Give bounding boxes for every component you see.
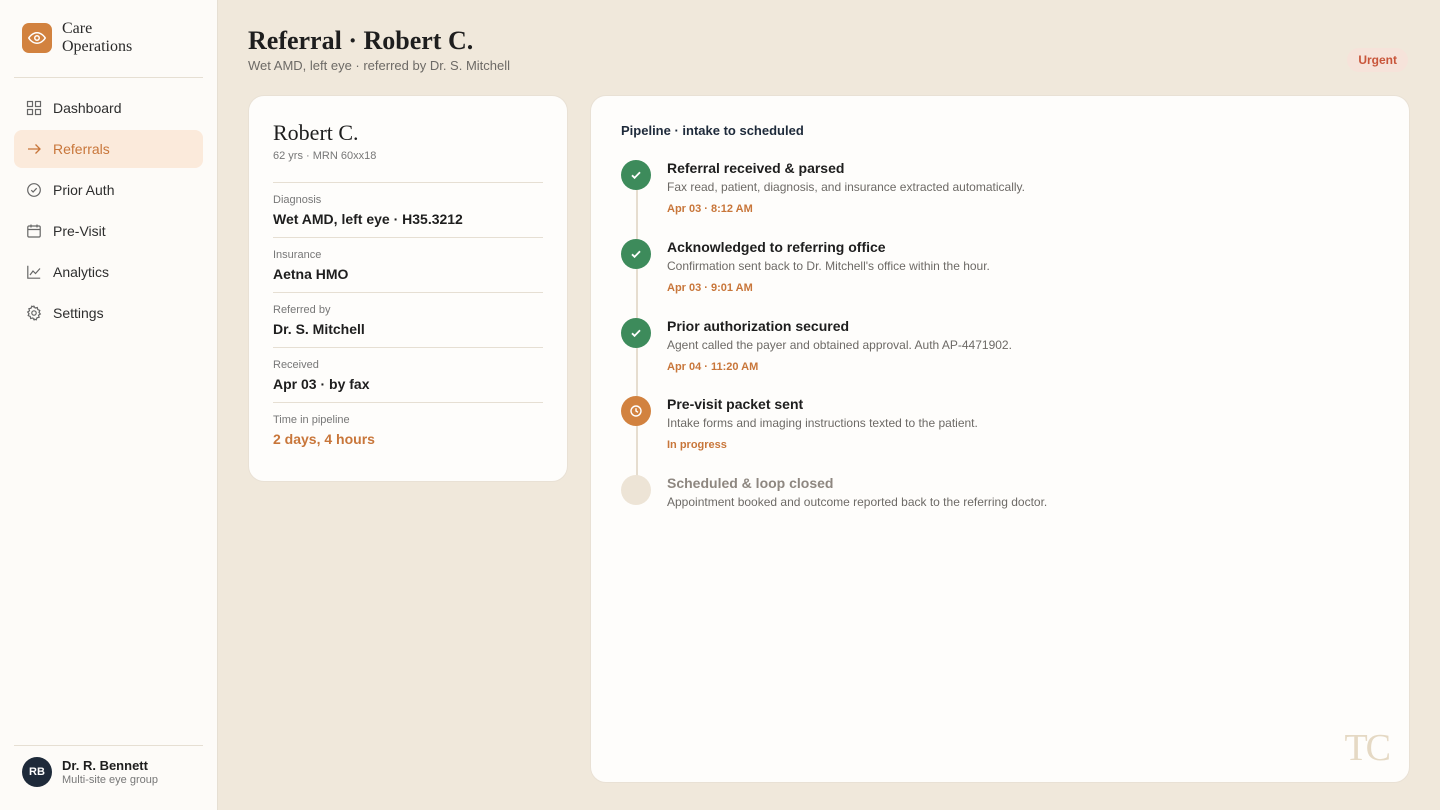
step-time: Apr 03 · 8:12 AM — [667, 203, 753, 215]
brand[interactable]: Care Operations — [22, 20, 132, 56]
pipeline-title: Pipeline · intake to scheduled — [621, 123, 804, 138]
sidebar-item-referrals[interactable]: Referrals — [14, 130, 203, 168]
sidebar-item-pre-visit[interactable]: Pre-Visit — [14, 212, 203, 250]
sidebar-item-label: Pre-Visit — [53, 223, 106, 239]
sidebar-item-dashboard[interactable]: Dashboard — [14, 89, 203, 127]
sidebar-item-label: Dashboard — [53, 100, 122, 116]
field-label: Received — [273, 359, 319, 371]
step-title: Prior authorization secured — [667, 318, 850, 334]
brand-name-line1: Care — [62, 20, 93, 37]
user-info: Dr. R. Bennett Multi-site eye group — [62, 758, 158, 787]
field-value: 2 days, 4 hours — [273, 431, 375, 447]
eye-icon — [22, 23, 52, 53]
grid-icon — [26, 100, 42, 116]
step-status: In progress — [667, 439, 727, 451]
check-icon — [621, 318, 651, 348]
step-title: Pre-visit packet sent — [667, 396, 804, 412]
user-profile[interactable]: RB Dr. R. Bennett Multi-site eye group — [22, 757, 158, 787]
user-name: Dr. R. Bennett — [62, 757, 148, 773]
step-desc: Intake forms and imaging instructions te… — [667, 416, 978, 430]
divider — [14, 745, 203, 746]
calendar-icon — [26, 223, 42, 239]
pipeline-card: Pipeline · intake to scheduled Referral … — [590, 95, 1410, 783]
page-subtitle: Wet AMD, left eye · referred by Dr. S. M… — [248, 58, 511, 73]
field-diagnosis: Diagnosis Wet AMD, left eye · H35.3212 — [273, 182, 543, 227]
watermark-logo: TC — [1344, 727, 1391, 769]
user-org: Multi-site eye group — [62, 773, 158, 786]
patient-meta: 62 yrs · MRN 60xx18 — [273, 150, 377, 162]
gear-icon — [26, 305, 42, 321]
field-label: Diagnosis — [273, 194, 322, 206]
chart-line-icon — [26, 264, 42, 280]
step-desc: Confirmation sent back to Dr. Mitchell's… — [667, 259, 990, 273]
step-title: Scheduled & loop closed — [667, 475, 834, 491]
brand-name-line2: Operations — [62, 38, 133, 55]
field-time-in-pipeline: Time in pipeline 2 days, 4 hours — [273, 402, 543, 447]
step-time: Apr 03 · 9:01 AM — [667, 282, 753, 294]
patient-name: Robert C. — [273, 120, 359, 145]
field-label: Insurance — [273, 249, 322, 261]
sidebar: Care Operations Dashboard Referrals Prio… — [0, 0, 218, 810]
field-insurance: Insurance Aetna HMO — [273, 237, 543, 282]
sidebar-item-label: Settings — [53, 305, 104, 321]
page-title: Referral · Robert C. — [248, 26, 474, 55]
clock-icon — [621, 396, 651, 426]
step-desc: Fax read, patient, diagnosis, and insura… — [667, 180, 1025, 194]
sidebar-item-label: Referrals — [53, 141, 110, 157]
sidebar-item-analytics[interactable]: Analytics — [14, 253, 203, 291]
field-value: Dr. S. Mitchell — [273, 321, 365, 337]
pending-dot-icon — [621, 475, 651, 505]
check-circle-icon — [26, 182, 42, 198]
field-received: Received Apr 03 · by fax — [273, 347, 543, 392]
field-label: Time in pipeline — [273, 414, 350, 426]
step-time: Apr 04 · 11:20 AM — [667, 361, 759, 373]
step-desc: Appointment booked and outcome reported … — [667, 495, 1048, 509]
patient-card: Robert C. 62 yrs · MRN 60xx18 Diagnosis … — [248, 95, 568, 482]
sidebar-nav: Dashboard Referrals Prior Auth Pre-Visit… — [14, 89, 203, 335]
sidebar-item-label: Prior Auth — [53, 182, 115, 198]
field-referred-by: Referred by Dr. S. Mitchell — [273, 292, 543, 337]
sidebar-item-label: Analytics — [53, 264, 110, 280]
divider — [14, 77, 203, 78]
step-title: Acknowledged to referring office — [667, 239, 886, 255]
field-value: Wet AMD, left eye · H35.3212 — [273, 211, 463, 227]
step-desc: Agent called the payer and obtained appr… — [667, 338, 1012, 352]
avatar: RB — [22, 757, 52, 787]
field-label: Referred by — [273, 304, 331, 316]
field-value: Apr 03 · by fax — [273, 376, 370, 392]
sidebar-item-prior-auth[interactable]: Prior Auth — [14, 171, 203, 209]
sidebar-item-settings[interactable]: Settings — [14, 294, 203, 332]
arrow-right-icon — [26, 141, 42, 157]
brand-name: Care Operations — [62, 20, 132, 56]
check-icon — [621, 239, 651, 269]
step-title: Referral received & parsed — [667, 160, 845, 176]
check-icon — [621, 160, 651, 190]
field-value: Aetna HMO — [273, 266, 349, 282]
status-badge: Urgent — [1347, 48, 1408, 72]
